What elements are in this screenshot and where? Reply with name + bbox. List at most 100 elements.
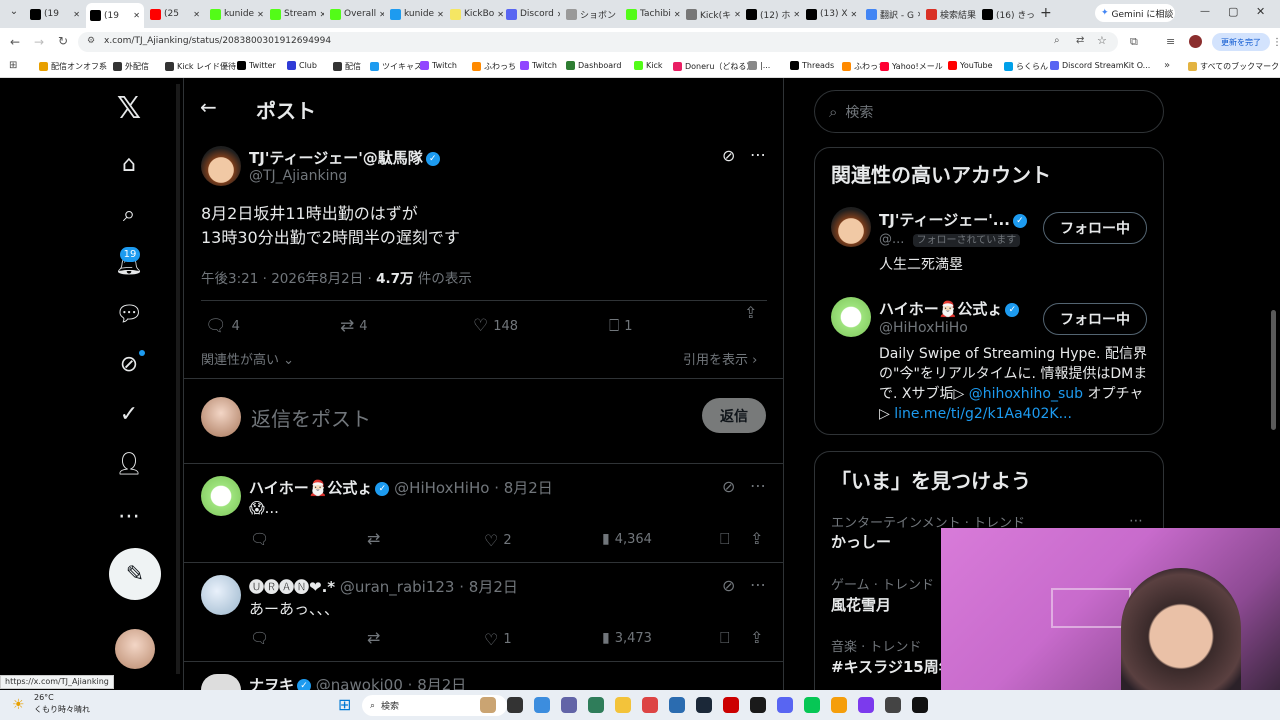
browser-tab[interactable]: kunide ✕	[386, 4, 444, 24]
bookmark-item[interactable]: ツイキャス	[370, 61, 422, 72]
close-tab-icon[interactable]: ✕	[793, 10, 800, 19]
explore-search-icon[interactable]: ⌕	[113, 198, 145, 230]
grok-reply-icon[interactable]: ⊘	[722, 477, 735, 496]
taskbar-task-view-icon[interactable]	[507, 697, 523, 713]
post-time[interactable]: 午後3:21 · 2026年8月2日 ·	[201, 271, 376, 287]
related-account-avatar[interactable]	[831, 297, 871, 337]
close-tab-icon[interactable]: ✕	[379, 10, 384, 19]
reload-icon[interactable]: ↻	[58, 34, 68, 48]
bio-link[interactable]: line.me/ti/g2/k1Aa402K...	[894, 406, 1072, 422]
start-icon[interactable]: ⊞	[338, 695, 351, 714]
views-action[interactable]: ▮ 4,364	[602, 531, 652, 547]
like-action[interactable]: ♡ 1	[484, 630, 512, 649]
trend-name[interactable]: #キスラジ15周年	[831, 656, 954, 677]
profile-avatar[interactable]	[1189, 35, 1202, 48]
following-button[interactable]: フォロー中	[1043, 303, 1147, 335]
repost-icon[interactable]: ⇄	[367, 628, 380, 647]
browser-tab[interactable]: (19 ✕	[86, 3, 144, 28]
reply-button[interactable]: 返信	[702, 398, 766, 433]
extensions-icon[interactable]: ⧉	[1130, 35, 1138, 49]
bookmark-item[interactable]: |...	[748, 61, 770, 70]
bio-link[interactable]: @hihoxhiho_sub	[969, 386, 1083, 402]
browser-tab[interactable]: (25 ✕	[146, 4, 204, 24]
taskbar-copilot-icon[interactable]	[534, 697, 550, 713]
close-tab-icon[interactable]: ✕	[917, 10, 920, 19]
bookmark-item[interactable]: Club	[287, 61, 317, 70]
bookmark-item[interactable]: Discord StreamKit O...	[1050, 61, 1150, 70]
bookmark-item[interactable]: 配信オンオフ系	[39, 61, 107, 72]
weather-temp[interactable]: 26°C	[34, 693, 54, 702]
browser-tab[interactable]: KickBo ✕	[446, 4, 504, 24]
post-author-name-row[interactable]: TJ'ティージェー'@駄馬隊 ✓	[249, 147, 440, 168]
right-scrollbar[interactable]	[1271, 310, 1276, 430]
browser-tab[interactable]: ショボン✕	[562, 4, 620, 24]
back-arrow-icon[interactable]: ←	[200, 95, 217, 119]
x-logo-icon[interactable]: 𝕏	[113, 91, 145, 126]
close-tab-icon[interactable]: ✕	[437, 10, 444, 19]
taskbar-app-icon[interactable]	[912, 697, 928, 713]
bookmark-item[interactable]: Dashboard	[566, 61, 621, 70]
close-tab-icon[interactable]: ✕	[557, 10, 560, 19]
share-icon[interactable]: ⇪	[744, 303, 757, 322]
bookmark-item[interactable]: YouTube	[948, 61, 993, 70]
browser-tab[interactable]: Kick(キ ✕	[682, 4, 740, 24]
like-action[interactable]: ♡ 148	[473, 316, 518, 336]
bookmark-item[interactable]: 外配信	[113, 61, 149, 72]
grok-reply-icon[interactable]: ⊘	[722, 576, 735, 595]
reply-icon[interactable]: 🗨︎	[250, 629, 269, 647]
following-button[interactable]: フォロー中	[1043, 212, 1147, 244]
taskbar-chrome-icon[interactable]	[642, 697, 658, 713]
bookmark-item[interactable]: Kick レイド優待	[165, 61, 236, 72]
browser-tab[interactable]: 検索結果✕	[922, 4, 980, 24]
bookmark-star-icon[interactable]: ☆	[1097, 34, 1107, 47]
more-icon[interactable]: ⋯	[113, 500, 145, 532]
bookmark-item[interactable]: Yahoo!メール	[880, 61, 943, 72]
browser-tab[interactable]: Overall ✕	[326, 4, 384, 24]
forward-icon[interactable]: →	[34, 35, 44, 49]
close-tab-icon[interactable]: ✕	[851, 10, 858, 19]
bookmark-icon[interactable]: ⎕	[720, 529, 730, 549]
share-icon[interactable]: ⇪	[750, 628, 763, 647]
trend-more-icon[interactable]: ⋯	[1129, 513, 1143, 529]
close-tab-icon[interactable]: ✕	[73, 10, 80, 19]
reply-avatar[interactable]	[201, 476, 241, 516]
post-author-handle[interactable]: @TJ_Ajianking	[249, 168, 347, 184]
browser-tab[interactable]: (19 ✕	[26, 4, 84, 24]
bookmark-item[interactable]: らくらん	[1004, 61, 1048, 72]
reply-input[interactable]: 返信をポスト	[251, 403, 371, 432]
profile-icon[interactable]: 👤︎	[113, 448, 145, 480]
views-action[interactable]: ▮ 3,473	[602, 630, 652, 646]
reply-action[interactable]: 🗨︎ 4	[205, 316, 240, 336]
reply-icon[interactable]: 🗨︎	[250, 530, 269, 548]
taskbar-edge-icon[interactable]	[669, 697, 685, 713]
reply-more-icon[interactable]: ⋯	[750, 476, 766, 495]
bookmark-item[interactable]: Kick	[634, 61, 663, 70]
close-tab-icon[interactable]: ✕	[193, 10, 200, 19]
zoom-icon[interactable]: ⌕	[1054, 35, 1060, 46]
browser-tab[interactable]: Tachibi ✕	[622, 4, 680, 24]
translate-icon[interactable]: ⇄	[1076, 35, 1084, 46]
minimize-icon[interactable]: —	[1200, 6, 1210, 17]
taskbar-app-icon[interactable]	[831, 697, 847, 713]
post-author-avatar[interactable]	[201, 146, 241, 186]
related-account-name-row[interactable]: TJ'ティージェー'... ✓	[879, 209, 1027, 230]
maximize-icon[interactable]: ▢	[1228, 5, 1238, 18]
reply-header[interactable]: ナヲキ ✓ @nawoki00 · 8月2日	[249, 674, 466, 690]
back-icon[interactable]: ←	[10, 35, 20, 49]
close-tab-icon[interactable]: ✕	[133, 11, 140, 20]
taskbar-app-icon[interactable]	[750, 697, 766, 713]
close-tab-icon[interactable]: ✕	[674, 10, 680, 19]
close-tab-icon[interactable]: ✕	[257, 10, 264, 19]
bookmarks-overflow-icon[interactable]: »	[1164, 60, 1170, 71]
weather-icon[interactable]: ☀	[12, 697, 25, 713]
taskbar-app-icon[interactable]	[588, 697, 604, 713]
bookmark-item[interactable]: Twitter	[237, 61, 276, 70]
bookmark-item[interactable]: Twitch	[520, 61, 557, 70]
browser-tab[interactable]: (12) ホ ✕	[742, 4, 800, 24]
browser-tab[interactable]: 翻訳 - G✕	[862, 4, 920, 24]
taskbar-steam-icon[interactable]	[696, 697, 712, 713]
grok-post-icon[interactable]: ⊘	[722, 146, 735, 165]
like-action[interactable]: ♡ 2	[484, 531, 512, 550]
taskbar-app-icon[interactable]	[885, 697, 901, 713]
reply-more-icon[interactable]: ⋯	[750, 575, 766, 594]
